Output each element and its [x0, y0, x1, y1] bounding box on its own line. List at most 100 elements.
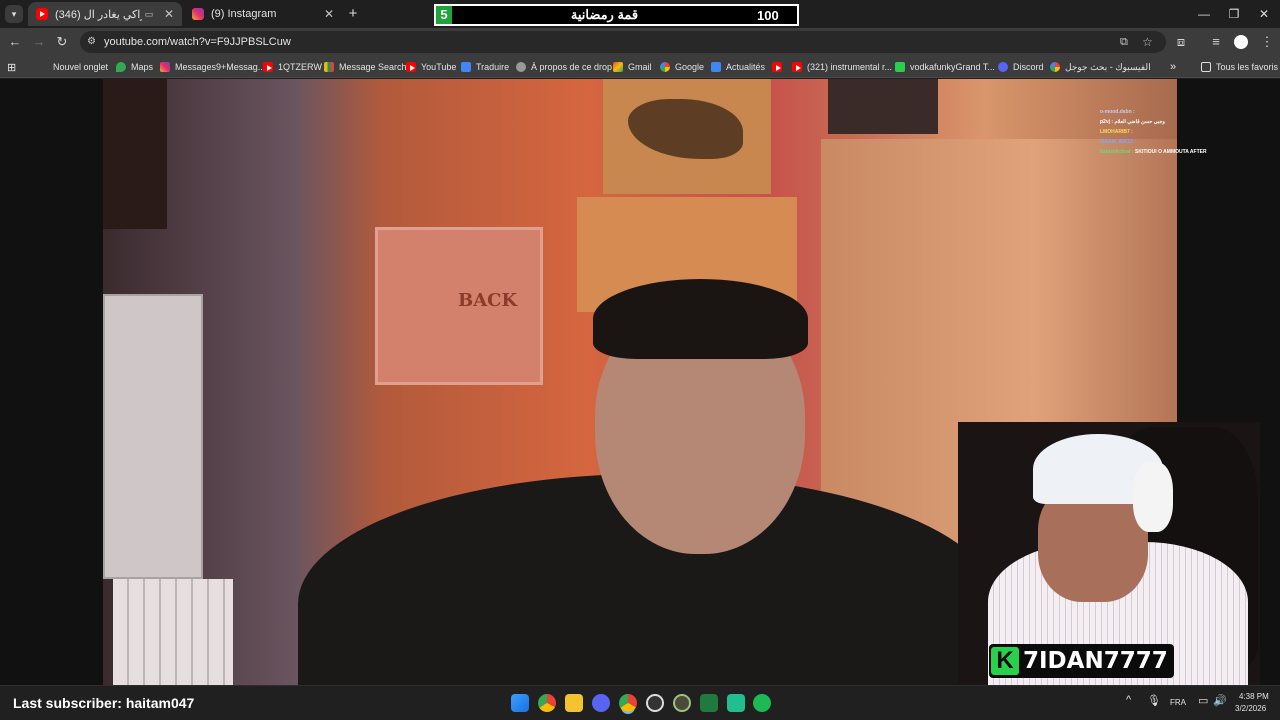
bookmark-label: Gmail [628, 62, 652, 72]
bookmark-label: YouTube [421, 62, 457, 72]
bookmark-label: 1QTZERW [278, 62, 322, 72]
bookmark-messages[interactable]: Messages9+Messag... [160, 56, 265, 78]
tab-instagram[interactable]: (9) Instagram ✕ [184, 2, 342, 26]
whiteboard [103, 294, 203, 579]
bookmark-1qtzerw[interactable]: 1QTZERW [263, 56, 322, 78]
bookmark-label: Message Search [339, 62, 407, 72]
close-tab-icon[interactable]: ✕ [322, 7, 336, 21]
network-icon[interactable]: ▭ [1198, 694, 1208, 707]
url-text[interactable]: youtube.com/watch?v=F9JJPBSLCuw [104, 31, 291, 53]
more-bookmarks-chevron-icon[interactable]: » [1170, 56, 1176, 78]
radiator [113, 579, 233, 685]
bookmark-gmail[interactable]: Gmail [613, 56, 652, 78]
app-icon-green-arrow[interactable] [700, 694, 718, 712]
bookmark-label: Maps [131, 62, 154, 72]
all-bookmarks-folder[interactable]: Tous les favoris [1201, 56, 1278, 78]
app-icon-teal[interactable] [727, 694, 745, 712]
bookmark-actualites[interactable]: Actualités [711, 56, 765, 78]
back-arrow-icon[interactable]: ← [6, 33, 24, 51]
instagram-icon [192, 8, 204, 20]
clock-date[interactable]: 3/2/2026 [1235, 704, 1266, 713]
bookmark-traduire[interactable]: Traduire [461, 56, 509, 78]
bookmark-label: vodkafunkyGrand T... [910, 62, 995, 72]
kick-icon [895, 62, 905, 72]
chat-message: ISSAM_IBK13 : [1100, 139, 1136, 145]
bookmark-label: Messages9+Messag... [175, 62, 266, 72]
apps-icon[interactable]: ⊞ [7, 56, 16, 78]
tab-title: (346) رسميا ركراكي يغادر ال... [55, 8, 142, 21]
bookmark-vodkafunky[interactable]: vodkafunkyGrand T... [895, 56, 995, 78]
clock-time[interactable]: 4:38 PM [1239, 692, 1269, 701]
discord-icon [998, 62, 1008, 72]
app-icon-gear[interactable] [673, 694, 691, 712]
bookmark-label: Discord [1013, 62, 1044, 72]
ramadan-day-number: 5 [436, 6, 452, 24]
bookmark-label: Tous les favoris [1216, 62, 1279, 72]
bookmark-youtube[interactable]: YouTube [406, 56, 456, 78]
youtube-icon [263, 62, 273, 72]
language-indicator[interactable]: FRA [1170, 698, 1186, 707]
file-explorer-icon[interactable] [565, 694, 583, 712]
cast-icon: ▭ [144, 8, 154, 19]
microphone-icon[interactable]: 🎙 [1147, 694, 1161, 707]
kick-logo-icon: K [991, 647, 1019, 675]
instagram-icon [160, 62, 170, 72]
reading-list-icon[interactable]: ≡ [1207, 33, 1225, 51]
address-bar[interactable]: ⚙ youtube.com/watch?v=F9JJPBSLCuw ⧉ ☆ [80, 31, 1166, 53]
world-map-board [603, 79, 771, 194]
wall-sign-text: BACK [458, 290, 518, 311]
bookmark-discord[interactable]: Discord [998, 56, 1044, 78]
extensions-icon[interactable]: ⧈ [1172, 33, 1190, 51]
chrome-icon[interactable] [538, 694, 556, 712]
new-tab-button[interactable]: + [345, 5, 361, 23]
minimize-button[interactable]: — [1188, 0, 1220, 28]
bookmark-youtube-2[interactable] [772, 56, 787, 78]
left-wall-poster [103, 79, 167, 229]
bookmark-star-icon[interactable]: ☆ [1142, 31, 1153, 53]
headphones-icon [1133, 462, 1173, 532]
globe-icon [516, 62, 526, 72]
reload-icon[interactable]: ↻ [53, 33, 71, 51]
chrome-active-icon[interactable] [619, 694, 637, 712]
app-icon-dark[interactable] [646, 694, 664, 712]
bookmark-label: Nouvel onglet [53, 62, 109, 72]
windows-start-icon[interactable] [511, 694, 529, 712]
youtube-icon [36, 8, 48, 20]
bookmark-google[interactable]: Google [660, 56, 704, 78]
forward-arrow-icon[interactable]: → [30, 33, 48, 51]
bookmark-label: الفيسبوك - بحث جوجل [1065, 61, 1151, 72]
tab-youtube[interactable]: (346) رسميا ركراكي يغادر ال... ▭ ✕ [28, 2, 182, 26]
google-icon [1050, 62, 1060, 72]
streamer-brand-badge: K 7IDAN7777 [989, 644, 1174, 678]
gmail-icon [613, 62, 623, 72]
youtube-icon [406, 62, 416, 72]
bookmark-nouvel-onglet[interactable]: Nouvel onglet [53, 56, 108, 78]
ramadan-score-overlay: 5 قمة رمضانية 100 [434, 4, 799, 26]
browser-toolbar: ← → ↻ ⚙ youtube.com/watch?v=F9JJPBSLCuw … [0, 28, 1280, 56]
bookmark-instrumental[interactable]: (321) instrumental r... [792, 56, 892, 78]
chat-message: o-mood.dsbn : [1100, 109, 1135, 115]
bookmark-facebook-search[interactable]: الفيسبوك - بحث جوجل [1050, 56, 1151, 78]
ramadan-title: قمة رمضانية [570, 7, 639, 22]
bookmark-message-search[interactable]: Message Search [324, 56, 407, 78]
menu-kebab-icon[interactable]: ⋮ [1258, 33, 1276, 51]
google-icon [660, 62, 670, 72]
discord-taskbar-icon[interactable] [592, 694, 610, 712]
install-app-icon[interactable]: ⧉ [1120, 31, 1128, 53]
site-info-icon[interactable]: ⚙ [87, 31, 96, 53]
tab-search-button[interactable]: ▾ [5, 5, 23, 23]
restore-button[interactable]: ❐ [1218, 0, 1250, 28]
folder-icon [1201, 62, 1211, 72]
last-subscriber-text: Last subscriber: haitam047 [13, 695, 195, 711]
bookmark-label: (321) instrumental r... [807, 62, 893, 72]
volume-icon[interactable]: 🔊 [1213, 694, 1227, 707]
bookmark-maps[interactable]: Maps [116, 56, 153, 78]
close-window-button[interactable]: ✕ [1248, 0, 1280, 28]
spotify-icon[interactable] [753, 694, 771, 712]
youtube-icon [772, 62, 782, 72]
bookmark-a-propos[interactable]: À propos de ce drop [516, 56, 612, 78]
tab-strip: ▾ (346) رسميا ركراكي يغادر ال... ▭ ✕ (9)… [0, 0, 1280, 28]
tray-chevron-icon[interactable]: ^ [1126, 694, 1131, 706]
profile-avatar[interactable] [1234, 35, 1248, 49]
close-tab-icon[interactable]: ✕ [162, 7, 176, 21]
